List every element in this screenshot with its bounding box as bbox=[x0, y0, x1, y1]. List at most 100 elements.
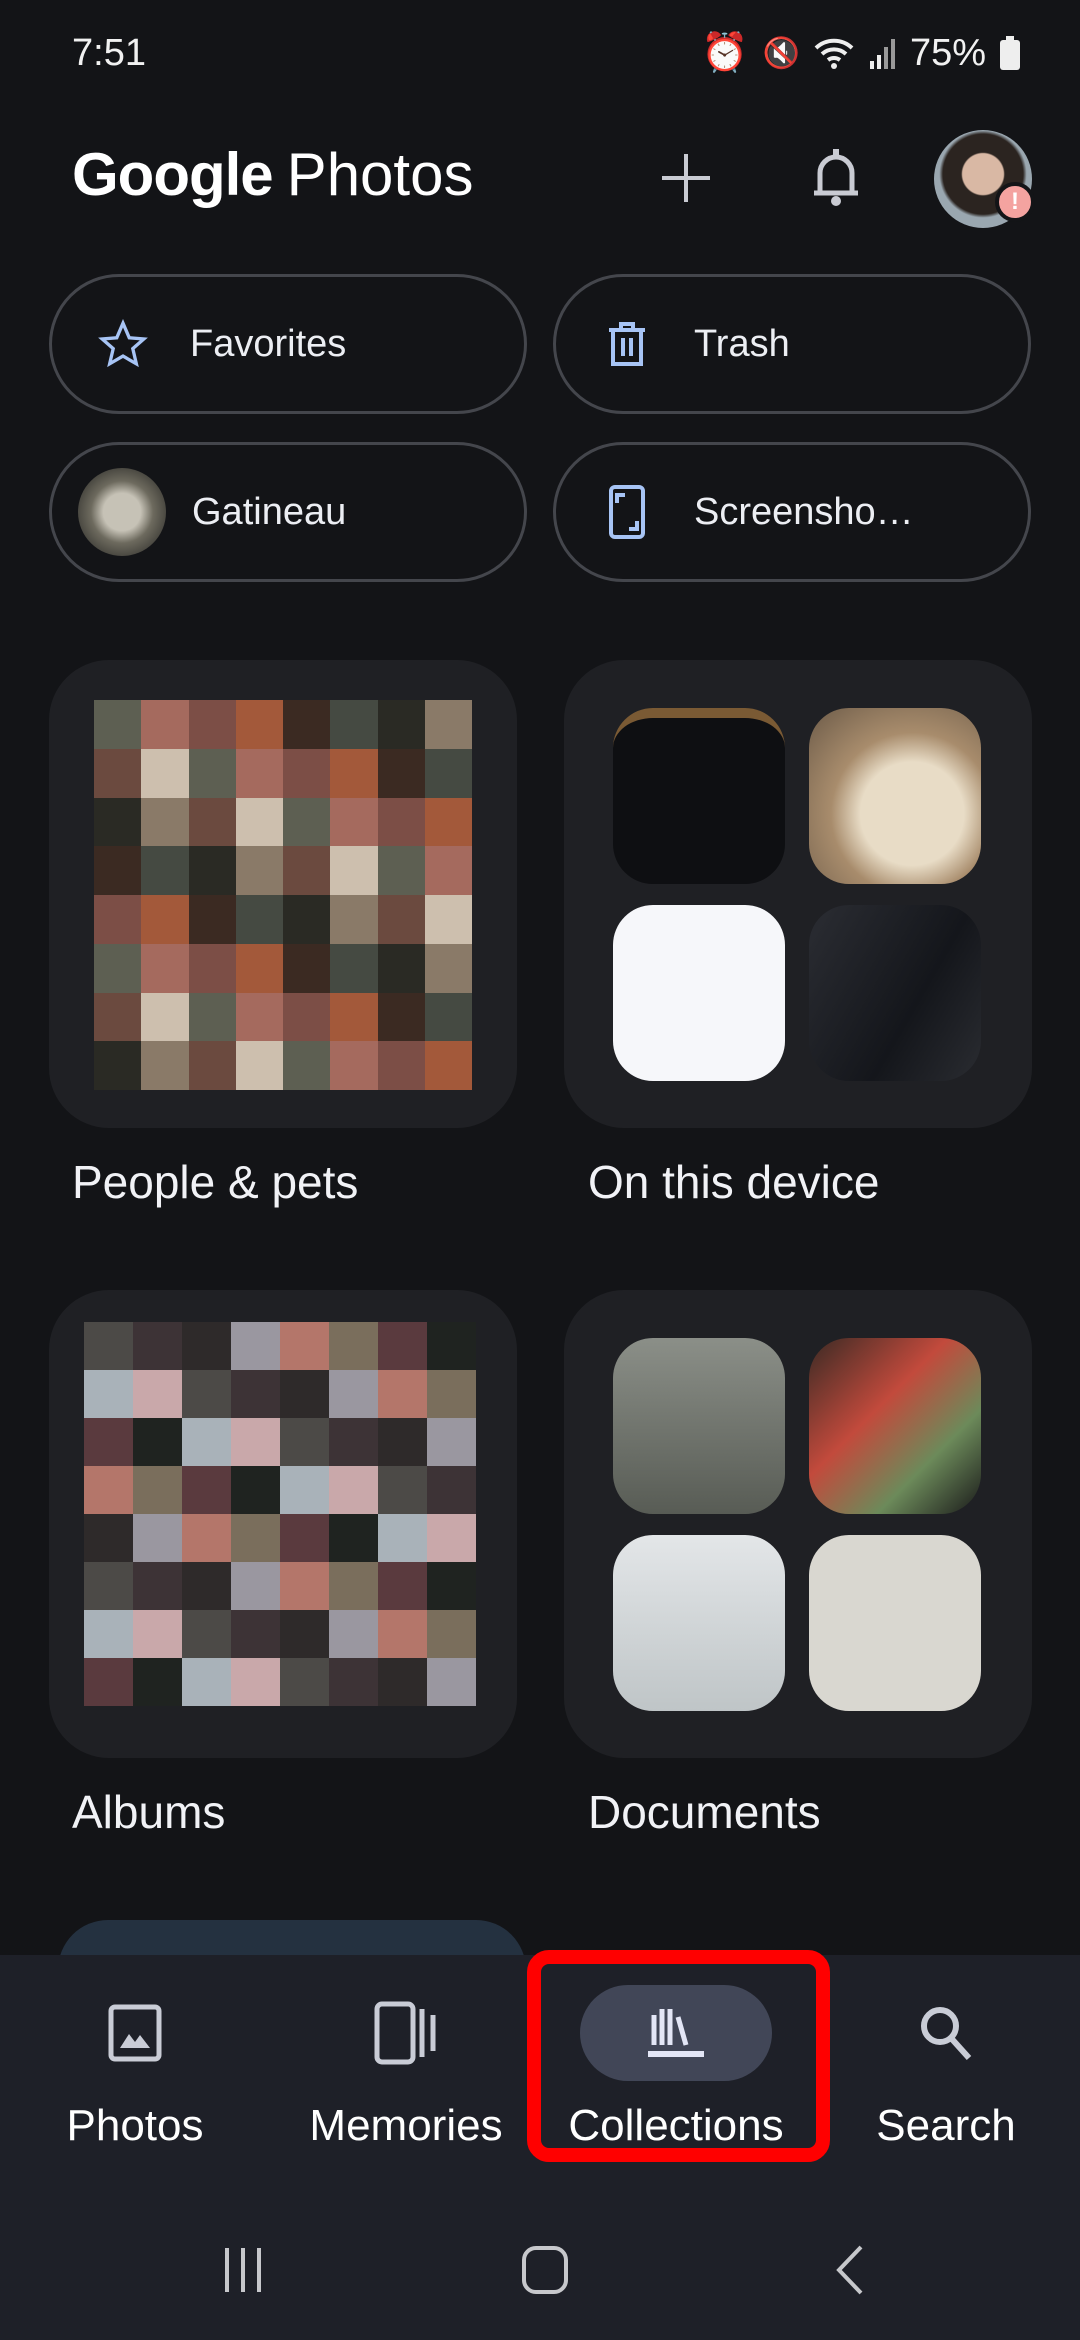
star-icon bbox=[96, 317, 150, 371]
mosaic-pixel bbox=[378, 1658, 427, 1706]
mosaic-pixel bbox=[427, 1562, 476, 1610]
mosaic-pixel bbox=[427, 1322, 476, 1370]
mosaic-pixel bbox=[182, 1610, 231, 1658]
mosaic-pixel bbox=[94, 846, 142, 895]
mosaic-pixel bbox=[377, 895, 425, 944]
nav-photos[interactable]: Photos bbox=[15, 1985, 255, 2151]
mosaic-pixel bbox=[188, 700, 236, 749]
mosaic-pixel bbox=[182, 1658, 231, 1706]
mosaic-pixel bbox=[378, 1322, 427, 1370]
mosaic-pixel bbox=[133, 1610, 182, 1658]
search-icon bbox=[826, 1985, 1066, 2081]
mosaic-pixel bbox=[84, 1658, 133, 1706]
collection-documents[interactable] bbox=[564, 1290, 1032, 1758]
chip-screenshots[interactable]: Screensho… bbox=[553, 442, 1031, 582]
mosaic-pixel bbox=[330, 700, 378, 749]
mosaic-pixel bbox=[94, 700, 142, 749]
status-bar: 7:51 ⏰ 🔇 75% bbox=[72, 28, 1020, 78]
mosaic-pixel bbox=[182, 1418, 231, 1466]
mosaic-pixel bbox=[280, 1418, 329, 1466]
mosaic-pixel bbox=[377, 700, 425, 749]
mosaic-pixel bbox=[330, 748, 378, 798]
mosaic-pixel bbox=[84, 1514, 133, 1562]
mosaic-pixel bbox=[424, 943, 472, 993]
memories-icon bbox=[286, 1985, 526, 2081]
home-button[interactable] bbox=[495, 2230, 595, 2310]
nav-search[interactable]: Search bbox=[826, 1985, 1066, 2151]
mosaic-pixel bbox=[283, 943, 331, 993]
mosaic-pixel bbox=[378, 1514, 427, 1562]
photo-thumbnail bbox=[809, 708, 981, 884]
clock: 7:51 bbox=[72, 31, 146, 74]
mosaic-pixel bbox=[329, 1658, 378, 1706]
mosaic-pixel bbox=[330, 895, 378, 944]
mosaic-pixel bbox=[188, 846, 236, 895]
photo-thumbnail bbox=[613, 708, 785, 884]
mosaic-pixel bbox=[231, 1658, 280, 1706]
chip-favorites[interactable]: Favorites bbox=[49, 274, 527, 414]
mosaic-pixel bbox=[427, 1610, 476, 1658]
mosaic-pixel bbox=[141, 895, 189, 944]
mute-icon: 🔇 bbox=[762, 36, 800, 70]
chip-trash[interactable]: Trash bbox=[553, 274, 1031, 414]
mosaic-pixel bbox=[231, 1514, 280, 1562]
mosaic-pixel bbox=[424, 895, 472, 944]
mosaic-pixel bbox=[424, 846, 472, 895]
mosaic-pixel bbox=[427, 1370, 476, 1418]
mosaic-pixel bbox=[141, 700, 189, 749]
mosaic-pixel bbox=[377, 748, 425, 798]
mosaic-pixel bbox=[84, 1610, 133, 1658]
mosaic-pixel bbox=[424, 700, 472, 749]
trash-icon bbox=[600, 317, 654, 371]
mosaic-pixel bbox=[330, 943, 378, 993]
mosaic-pixel bbox=[280, 1466, 329, 1514]
photo-thumbnail bbox=[809, 905, 981, 1081]
mosaic-pixel bbox=[94, 748, 142, 798]
mosaic-pixel bbox=[133, 1466, 182, 1514]
mosaic-pixel bbox=[231, 1562, 280, 1610]
mosaic-pixel bbox=[330, 797, 378, 847]
battery-icon bbox=[1000, 36, 1020, 70]
mosaic-pixel bbox=[188, 943, 236, 993]
phone-screenshot-icon bbox=[600, 485, 654, 539]
collection-label: Documents bbox=[588, 1786, 821, 1838]
mosaic-pixel bbox=[141, 992, 189, 1042]
mosaic-pixel bbox=[188, 992, 236, 1042]
collection-albums[interactable] bbox=[49, 1290, 517, 1758]
mosaic-pixel bbox=[283, 797, 331, 847]
mosaic-pixel bbox=[235, 797, 283, 847]
mosaic-pixel bbox=[330, 992, 378, 1042]
mosaic-pixel bbox=[94, 992, 142, 1042]
chip-gatineau[interactable]: Gatineau bbox=[49, 442, 527, 582]
mosaic-pixel bbox=[141, 943, 189, 993]
back-button[interactable] bbox=[800, 2230, 900, 2310]
collection-people-pets[interactable] bbox=[49, 660, 517, 1128]
mosaic-pixel bbox=[235, 943, 283, 993]
mosaic-pixel bbox=[377, 992, 425, 1042]
mosaic-pixel bbox=[378, 1466, 427, 1514]
avatar-alert-badge: ! bbox=[995, 182, 1035, 222]
mosaic-pixel bbox=[188, 748, 236, 798]
mosaic-pixel bbox=[283, 748, 331, 798]
document-thumbnail bbox=[809, 1535, 981, 1711]
collection-on-this-device[interactable] bbox=[564, 660, 1032, 1128]
alarm-icon: ⏰ bbox=[701, 32, 749, 74]
plus-icon[interactable] bbox=[660, 152, 712, 204]
mosaic-pixel bbox=[231, 1322, 280, 1370]
app-title: Google Photos bbox=[72, 141, 474, 208]
mosaic-pixel bbox=[94, 1041, 142, 1090]
mosaic-pixel bbox=[133, 1562, 182, 1610]
nav-memories[interactable]: Memories bbox=[286, 1985, 526, 2151]
mosaic-pixel bbox=[182, 1322, 231, 1370]
mosaic-pixel bbox=[280, 1322, 329, 1370]
album-thumbnails bbox=[84, 1322, 476, 1706]
mosaic-pixel bbox=[280, 1514, 329, 1562]
mosaic-pixel bbox=[329, 1562, 378, 1610]
mosaic-pixel bbox=[329, 1514, 378, 1562]
bell-icon[interactable] bbox=[810, 145, 862, 209]
document-thumbnail bbox=[809, 1338, 981, 1514]
photo-thumbnail bbox=[613, 905, 785, 1081]
mosaic-pixel bbox=[188, 1041, 236, 1090]
mosaic-pixel bbox=[378, 1418, 427, 1466]
recents-button[interactable] bbox=[193, 2230, 293, 2310]
